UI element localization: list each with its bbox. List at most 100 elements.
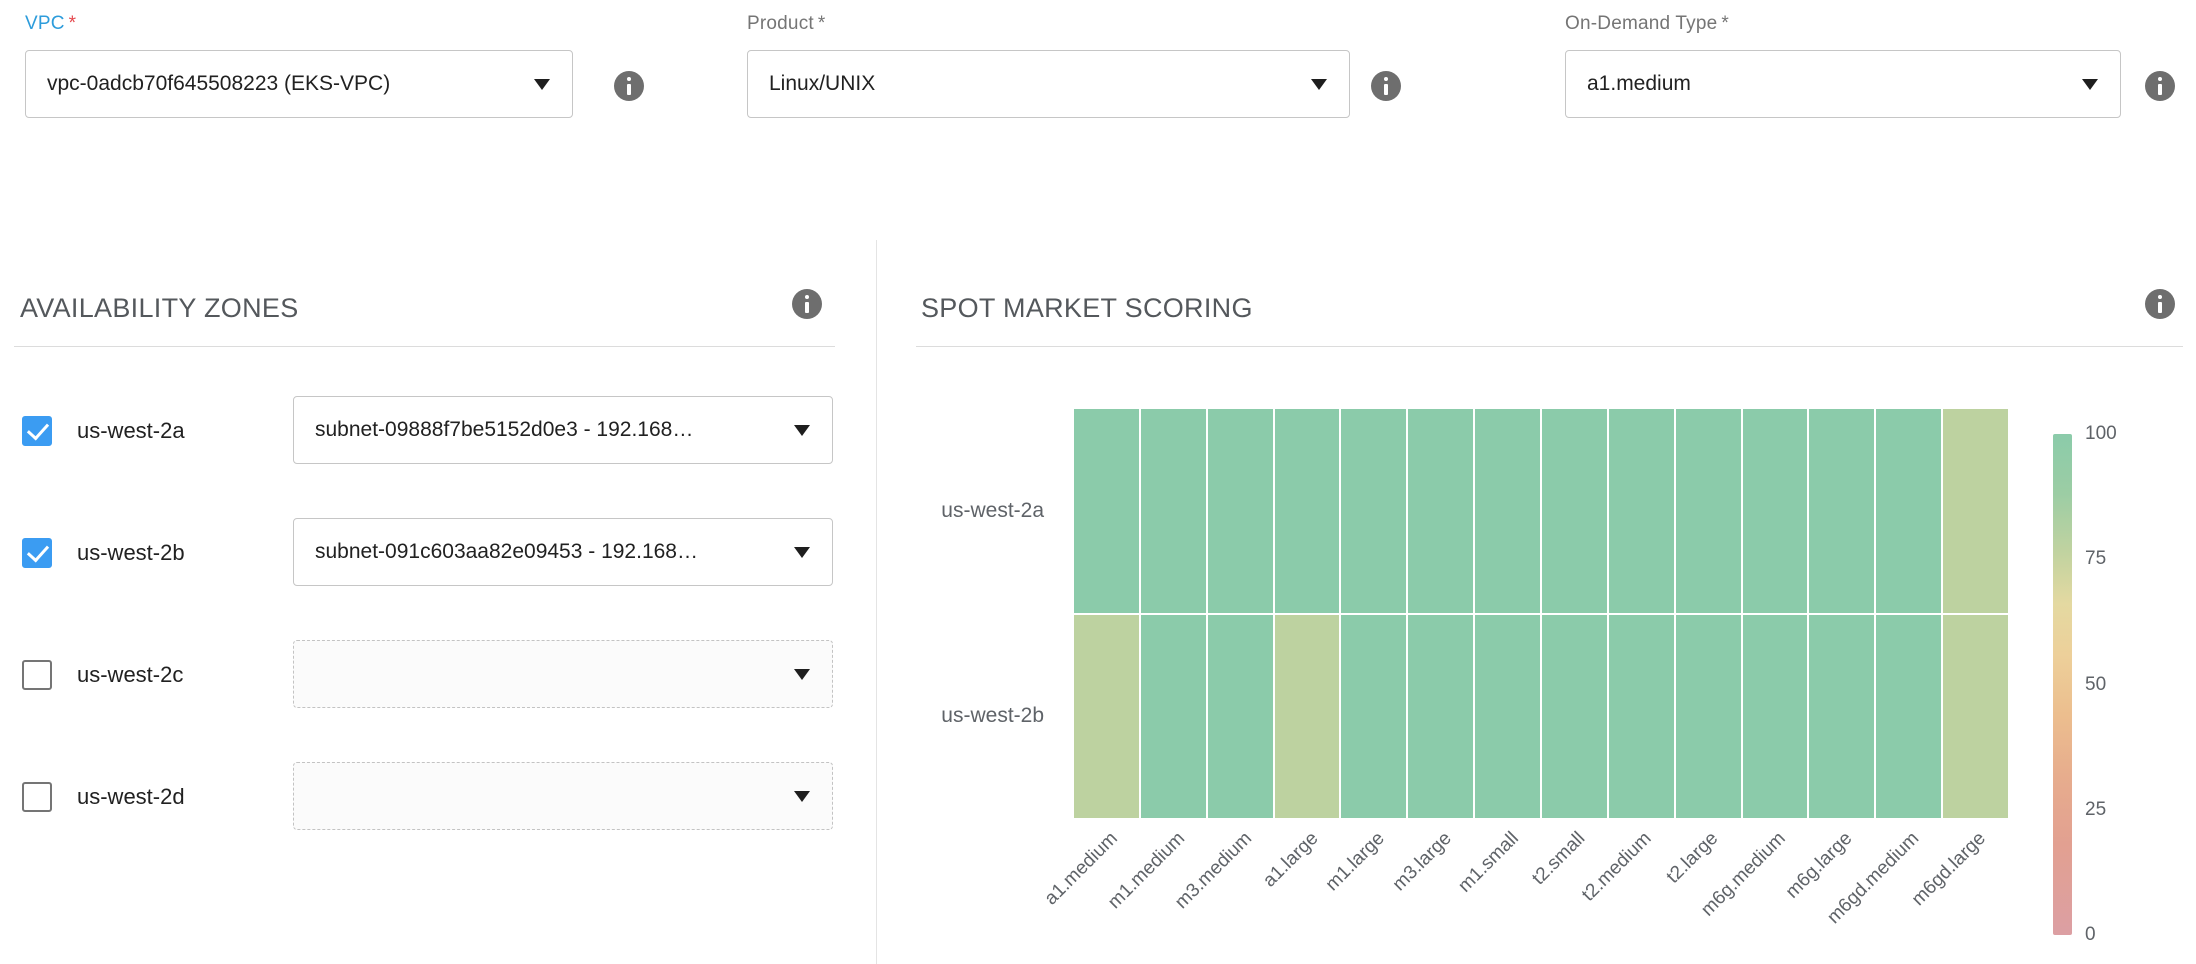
product-select-value: Linux/UNIX — [769, 72, 875, 96]
product-label-text: Product — [747, 13, 814, 34]
heatmap-cell-us-west-2b-m3.large[interactable] — [1408, 615, 1473, 819]
heatmap-cell-us-west-2b-m6g.medium[interactable] — [1743, 615, 1808, 819]
info-icon[interactable] — [792, 289, 822, 319]
product-select[interactable]: Linux/UNIX — [747, 50, 1350, 118]
product-label: Product* — [747, 12, 1350, 36]
spot-market-scoring-title: SPOT MARKET SCORING — [921, 293, 1253, 324]
heatmap-cell-us-west-2a-m1.small[interactable] — [1475, 409, 1540, 613]
heatmap-y-labels: us-west-2aus-west-2b — [824, 409, 1044, 818]
heatmap-cell-us-west-2b-t2.large[interactable] — [1676, 615, 1741, 819]
heatmap-cell-us-west-2b-m6gd.medium[interactable] — [1876, 615, 1941, 819]
heatmap-x-label: m3.large — [1389, 828, 1457, 896]
heatmap-cell-us-west-2a-t2.small[interactable] — [1542, 409, 1607, 613]
heatmap-y-label: us-west-2a — [824, 409, 1044, 614]
subnet-select-us-west-2a[interactable]: subnet-09888f7be5152d0e3 - 192.168… — [293, 396, 833, 464]
availability-zones-title: AVAILABILITY ZONES — [20, 293, 299, 324]
spot-instance-config-page: VPC* vpc-0adcb70f645508223 (EKS-VPC) Pro… — [0, 0, 2196, 964]
heatmap-cell-us-west-2a-m6gd.medium[interactable] — [1876, 409, 1941, 613]
subnet-select-value: subnet-091c603aa82e09453 - 192.168… — [315, 540, 698, 564]
zone-label: us-west-2d — [77, 762, 185, 832]
on-demand-type-label: On-Demand Type* — [1565, 12, 2121, 36]
heatmap-cell-us-west-2b-a1.large[interactable] — [1275, 615, 1340, 819]
heatmap-x-labels: a1.mediumm1.mediumm3.mediuma1.largem1.la… — [1074, 828, 2008, 964]
colorbar — [2053, 434, 2072, 935]
colorbar-tick: 0 — [2085, 924, 2096, 946]
chevron-down-icon — [794, 669, 810, 680]
vpc-field: VPC* vpc-0adcb70f645508223 (EKS-VPC) — [25, 12, 573, 118]
heatmap-cell-us-west-2a-t2.large[interactable] — [1676, 409, 1741, 613]
heatmap-cell-us-west-2a-m6g.large[interactable] — [1809, 409, 1874, 613]
zone-row-us-west-2b: us-west-2b subnet-091c603aa82e09453 - 192… — [0, 518, 840, 588]
divider — [14, 346, 835, 347]
heatmap-cell-us-west-2a-a1.large[interactable] — [1275, 409, 1340, 613]
heatmap-cell-us-west-2a-m3.medium[interactable] — [1208, 409, 1273, 613]
on-demand-type-field: On-Demand Type* a1.medium — [1565, 12, 2121, 118]
chevron-down-icon — [794, 425, 810, 436]
heatmap-x-label: a1.large — [1259, 828, 1323, 892]
on-demand-type-select-value: a1.medium — [1587, 72, 1691, 96]
heatmap-cell-us-west-2b-m1.large[interactable] — [1341, 615, 1406, 819]
heatmap-cell-us-west-2a-a1.medium[interactable] — [1074, 409, 1139, 613]
info-icon[interactable] — [2145, 289, 2175, 319]
on-demand-type-label-text: On-Demand Type — [1565, 13, 1717, 34]
vpc-label: VPC* — [25, 12, 573, 36]
colorbar-tick: 25 — [2085, 799, 2106, 821]
colorbar-tick: 100 — [2085, 423, 2117, 445]
heatmap-cell-us-west-2a-m6g.medium[interactable] — [1743, 409, 1808, 613]
vpc-select[interactable]: vpc-0adcb70f645508223 (EKS-VPC) — [25, 50, 573, 118]
chevron-down-icon — [534, 79, 550, 90]
chevron-down-icon — [794, 791, 810, 802]
colorbar-tick: 50 — [2085, 674, 2106, 696]
info-icon[interactable] — [1371, 71, 1401, 101]
zone-checkbox-us-west-2a[interactable] — [22, 416, 52, 446]
heatmap-cell-us-west-2a-t2.medium[interactable] — [1609, 409, 1674, 613]
zone-row-us-west-2a: us-west-2a subnet-09888f7be5152d0e3 - 192… — [0, 396, 840, 466]
heatmap-y-label: us-west-2b — [824, 614, 1044, 819]
zone-label: us-west-2c — [77, 640, 183, 710]
required-asterisk: * — [1721, 13, 1729, 34]
zone-rows: us-west-2a subnet-09888f7be5152d0e3 - 192… — [0, 396, 840, 956]
subnet-select-us-west-2d[interactable] — [293, 762, 833, 830]
zone-checkbox-us-west-2b[interactable] — [22, 538, 52, 568]
zone-label: us-west-2b — [77, 518, 185, 588]
zone-row-us-west-2c: us-west-2c — [0, 640, 840, 710]
heatmap-cell-us-west-2a-m1.large[interactable] — [1341, 409, 1406, 613]
heatmap-cell-us-west-2b-m1.small[interactable] — [1475, 615, 1540, 819]
required-asterisk: * — [69, 13, 77, 34]
heatmap-cell-us-west-2b-m3.medium[interactable] — [1208, 615, 1273, 819]
zone-checkbox-us-west-2c[interactable] — [22, 660, 52, 690]
subnet-select-us-west-2c[interactable] — [293, 640, 833, 708]
heatmap-cell-us-west-2a-m3.large[interactable] — [1408, 409, 1473, 613]
heatmap-cell-us-west-2b-a1.medium[interactable] — [1074, 615, 1139, 819]
heatmap-cell-us-west-2b-t2.small[interactable] — [1542, 615, 1607, 819]
divider — [916, 346, 2183, 347]
vpc-select-value: vpc-0adcb70f645508223 (EKS-VPC) — [47, 72, 390, 96]
zone-row-us-west-2d: us-west-2d — [0, 762, 840, 832]
colorbar-tick: 75 — [2085, 548, 2106, 570]
zone-label: us-west-2a — [77, 396, 185, 466]
colorbar-ticks: 1007550250 — [2085, 434, 2155, 935]
heatmap-x-label: t2.small — [1528, 828, 1590, 890]
heatmap-cell-us-west-2b-m1.medium[interactable] — [1141, 615, 1206, 819]
heatmap-cell-us-west-2b-t2.medium[interactable] — [1609, 615, 1674, 819]
product-field: Product* Linux/UNIX — [747, 12, 1350, 118]
heatmap-cell-us-west-2a-m6gd.large[interactable] — [1943, 409, 2008, 613]
zone-checkbox-us-west-2d[interactable] — [22, 782, 52, 812]
heatmap-grid — [1074, 409, 2008, 818]
heatmap-cell-us-west-2b-m6g.large[interactable] — [1809, 615, 1874, 819]
heatmap-x-label: m1.large — [1322, 828, 1390, 896]
heatmap-cell-us-west-2a-m1.medium[interactable] — [1141, 409, 1206, 613]
heatmap-x-label: t2.medium — [1578, 828, 1656, 906]
chevron-down-icon — [794, 547, 810, 558]
required-asterisk: * — [818, 13, 826, 34]
on-demand-type-select[interactable]: a1.medium — [1565, 50, 2121, 118]
heatmap-x-label: m1.small — [1454, 828, 1523, 897]
chevron-down-icon — [1311, 79, 1327, 90]
info-icon[interactable] — [614, 71, 644, 101]
heatmap-x-label: t2.large — [1663, 828, 1723, 888]
heatmap-cell-us-west-2b-m6gd.large[interactable] — [1943, 615, 2008, 819]
chevron-down-icon — [2082, 79, 2098, 90]
subnet-select-us-west-2b[interactable]: subnet-091c603aa82e09453 - 192.168… — [293, 518, 833, 586]
info-icon[interactable] — [2145, 71, 2175, 101]
subnet-select-value: subnet-09888f7be5152d0e3 - 192.168… — [315, 418, 693, 442]
